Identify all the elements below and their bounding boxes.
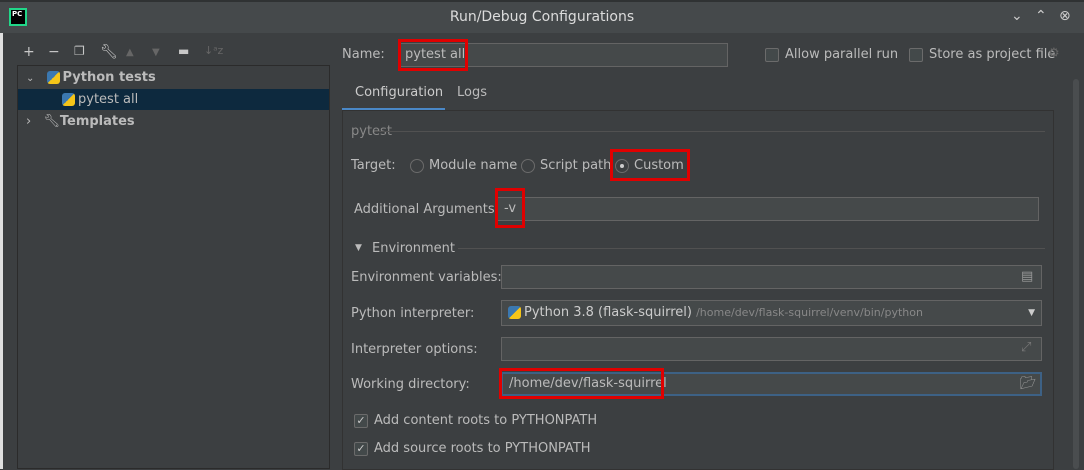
tab-logs[interactable]: Logs — [457, 85, 487, 100]
config-tree: ⌄ Python tests pytest all › 🔧︎Templates — [17, 65, 330, 469]
close-icon[interactable]: ⊗ — [1059, 8, 1071, 24]
tree-item-label: pytest all — [78, 92, 139, 107]
window-title: Run/Debug Configurations — [449, 9, 635, 25]
interp-options-label: Interpreter options: — [351, 342, 478, 357]
folder-icon[interactable]: 📂︎ — [1020, 376, 1037, 391]
minus-icon[interactable]: − — [48, 44, 60, 60]
left-edge — [0, 33, 3, 469]
collapse-triangle-icon[interactable]: ▼ — [355, 243, 362, 253]
tree-group-templates[interactable]: › 🔧︎Templates — [18, 111, 329, 132]
tree-item-pytest-all[interactable]: pytest all — [18, 89, 329, 110]
arrow-down-icon[interactable]: ▼ — [152, 47, 160, 58]
target-label: Target: — [351, 158, 396, 173]
maximize-icon[interactable]: ⌃ — [1035, 8, 1047, 24]
additional-args-label: Additional Arguments: — [354, 202, 500, 217]
title-bar: PC Run/Debug Configurations ⌄ ⌃ ⊗ — [0, 0, 1084, 33]
chevron-down-icon[interactable]: ⌄ — [26, 73, 34, 84]
working-dir-label: Working directory: — [351, 377, 470, 392]
tab-configuration[interactable]: Configuration — [355, 85, 443, 100]
minimize-icon[interactable]: ⌄ — [1011, 8, 1023, 24]
source-roots-checkbox[interactable]: ✓ Add source roots to PYTHONPATH — [354, 441, 591, 456]
allow-parallel-checkbox[interactable]: Allow parallel run — [765, 47, 898, 62]
store-project-checkbox[interactable]: Store as project file — [909, 47, 1055, 62]
expand-icon[interactable]: ⤢ — [1021, 340, 1031, 355]
scrollbar[interactable] — [1073, 79, 1079, 469]
divider — [458, 248, 1045, 249]
divider — [375, 131, 1045, 132]
interpreter-combo[interactable]: Python 3.8 (flask-squirrel) /home/dev/fl… — [501, 300, 1042, 326]
folder-add-icon[interactable]: ▬ — [178, 44, 189, 58]
name-label: Name: — [342, 47, 385, 62]
additional-args-input[interactable]: -v — [497, 197, 1039, 221]
interp-options-input[interactable] — [501, 337, 1042, 361]
dropdown-arrow-icon[interactable]: ▼ — [1028, 301, 1035, 325]
edit-list-icon[interactable]: ▤ — [1021, 269, 1033, 284]
wrench-icon[interactable]: 🔧︎ — [100, 44, 118, 60]
tree-group-python-tests[interactable]: ⌄ Python tests — [18, 67, 329, 88]
highlight-box — [495, 188, 525, 228]
chevron-right-icon[interactable]: › — [26, 114, 31, 129]
arrow-up-icon[interactable]: ▲ — [126, 47, 134, 58]
pytest-icon — [62, 93, 75, 106]
sort-az-icon[interactable]: ↓ᵃz — [204, 44, 223, 57]
templates-label: Templates — [59, 114, 135, 129]
env-vars-label: Environment variables: — [351, 270, 502, 285]
content-roots-checkbox[interactable]: ✓ Add content roots to PYTHONPATH — [354, 413, 597, 428]
env-vars-input[interactable] — [501, 265, 1042, 289]
python-tests-icon — [46, 71, 60, 84]
highlight-box — [610, 149, 690, 181]
interpreter-label: Python interpreter: — [351, 306, 475, 321]
plus-icon[interactable]: + — [23, 44, 35, 60]
tree-group-label: Python tests — [62, 70, 156, 85]
highlight-box — [499, 368, 664, 399]
radio-module-name[interactable]: Module name — [410, 158, 517, 173]
highlight-box — [398, 39, 468, 71]
python-icon — [508, 306, 521, 319]
copy-icon[interactable]: ❐ — [74, 44, 85, 58]
gear-icon[interactable]: ⚙ — [1048, 46, 1060, 61]
radio-script-path[interactable]: Script path — [521, 158, 611, 173]
environment-header: Environment — [372, 241, 456, 256]
wrench-icon: 🔧︎ — [43, 114, 60, 129]
